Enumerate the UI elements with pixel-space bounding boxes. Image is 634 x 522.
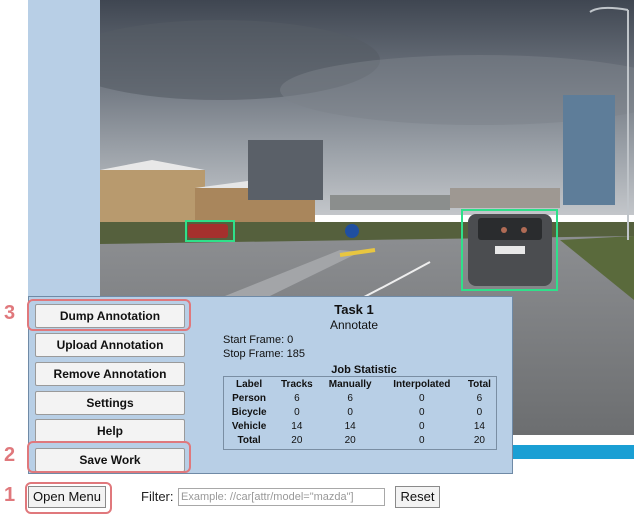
cell: 0 — [476, 406, 483, 418]
stop-frame: Stop Frame: 185 — [223, 348, 305, 360]
table-row: Vehicle 14 14 0 14 — [224, 419, 496, 433]
row-label: Total — [237, 434, 261, 446]
upload-annotation-button[interactable]: Upload Annotation — [35, 333, 185, 357]
highlight-dump-annotation — [27, 299, 191, 331]
col-interpolated: Interpolated — [393, 378, 451, 390]
filter-input[interactable]: Example: //car[attr/model="mazda"] — [178, 488, 385, 506]
table-header-row: Label Tracks Manually Interpolated Total — [224, 377, 496, 391]
marker-2: 2 — [4, 444, 16, 466]
cell: 6 — [347, 392, 353, 404]
marker-3: 3 — [4, 302, 16, 324]
cell: 14 — [473, 420, 485, 432]
open-menu-button[interactable]: Open Menu — [28, 486, 106, 508]
cell: 20 — [291, 434, 303, 446]
cell: 14 — [291, 420, 303, 432]
start-frame: Start Frame: 0 — [223, 334, 294, 346]
row-label: Vehicle — [231, 420, 267, 432]
job-statistic-table: Label Tracks Manually Interpolated Total… — [223, 376, 497, 450]
cell: 0 — [419, 392, 425, 404]
cell: 0 — [419, 406, 425, 418]
remove-annotation-button[interactable]: Remove Annotation — [35, 362, 185, 386]
row-label: Bicycle — [231, 406, 267, 418]
col-label: Label — [236, 378, 263, 390]
row-label: Person — [232, 392, 267, 404]
table-row: Person 6 6 0 6 — [224, 391, 496, 405]
bbox-vehicle-left[interactable] — [185, 220, 235, 242]
cell: 0 — [347, 406, 353, 418]
settings-button[interactable]: Settings — [35, 391, 185, 415]
help-button[interactable]: Help — [35, 419, 185, 443]
bbox-vehicle-right[interactable] — [461, 209, 558, 291]
cell: 14 — [344, 420, 356, 432]
task-mode: Annotate — [329, 318, 379, 332]
cell: 0 — [294, 406, 300, 418]
task-title: Task 1 — [334, 302, 374, 317]
col-total: Total — [467, 378, 491, 390]
marker-1: 1 — [4, 484, 16, 506]
job-statistic-title: Job Statistic — [331, 364, 397, 376]
col-manually: Manually — [328, 378, 372, 390]
filter-label: Filter: — [141, 489, 174, 504]
table-row: Bicycle 0 0 0 0 — [224, 405, 496, 419]
table-row: Total 20 20 0 20 — [224, 433, 496, 447]
cell: 0 — [419, 420, 425, 432]
cell: 6 — [476, 392, 483, 404]
cell: 0 — [419, 434, 425, 446]
cell: 20 — [473, 434, 485, 446]
reset-button[interactable]: Reset — [395, 486, 440, 508]
cell: 20 — [344, 434, 356, 446]
highlight-save-work — [27, 441, 191, 473]
cell: 6 — [294, 392, 300, 404]
col-tracks: Tracks — [281, 378, 313, 390]
